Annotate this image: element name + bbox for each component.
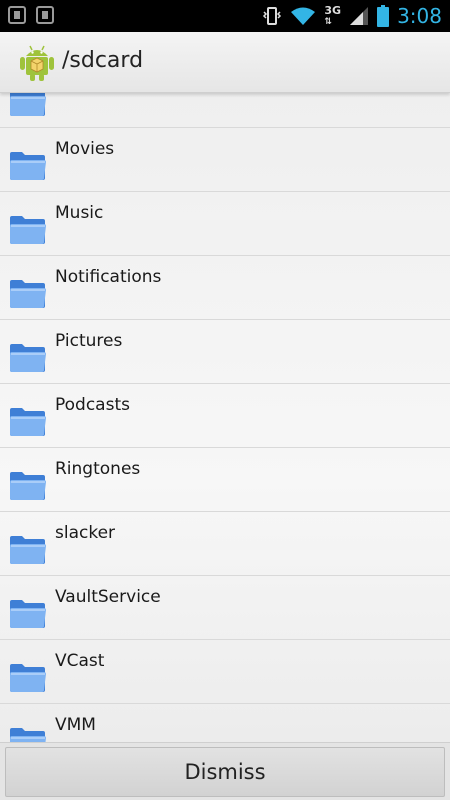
folder-icon [9,599,47,629]
folder-name: VaultService [55,587,161,607]
list-item[interactable]: Ringtones [0,448,450,512]
folder-name: Ringtones [55,459,141,479]
usb-debug-icon [8,6,26,24]
folder-name: Music [55,203,104,223]
folder-icon [9,215,47,245]
list-item[interactable]: Movies [0,128,450,192]
status-bar: 3G ⇅ 3:08 [0,0,450,32]
folder-name: Podcasts [55,395,130,415]
list-item[interactable]: VMM [0,704,450,742]
action-bar: /sdcard [0,32,450,93]
list-item[interactable]: VCast [0,640,450,704]
folder-name: slacker [55,523,116,543]
clock: 3:08 [397,4,442,28]
vibrate-icon [262,6,282,26]
list-item[interactable]: Music [0,192,450,256]
folder-icon [9,663,47,693]
dismiss-button[interactable]: Dismiss [5,747,445,797]
list-item[interactable]: Pictures [0,320,450,384]
folder-name: Notifications [55,267,162,287]
list-item[interactable]: Notifications [0,256,450,320]
folder-icon [9,151,47,181]
folder-name: Movies [55,139,115,159]
footer: Dismiss [0,742,450,800]
page-title: /sdcard [62,48,144,73]
folder-icon [9,407,47,437]
battery-icon [377,5,390,27]
folder-icon [9,92,47,117]
3g-icon: 3G ⇅ [324,3,342,27]
folder-name: VMM [55,715,96,735]
android-app-icon[interactable] [18,42,56,82]
folder-icon [9,343,47,373]
folder-name: VCast [55,651,105,671]
list-item[interactable]: VaultService [0,576,450,640]
list-item[interactable]: Podcasts [0,384,450,448]
list-item[interactable]: slacker [0,512,450,576]
folder-icon [9,279,47,309]
signal-icon [349,6,369,26]
wifi-icon [290,6,316,26]
list-item[interactable] [0,92,450,128]
folder-icon [9,727,47,742]
folder-list[interactable]: Movies Music Notifications Pictures Podcasts… [0,92,450,742]
folder-name: Pictures [55,331,123,351]
folder-icon [9,471,47,501]
folder-icon [9,535,47,565]
download-icon [36,6,54,24]
